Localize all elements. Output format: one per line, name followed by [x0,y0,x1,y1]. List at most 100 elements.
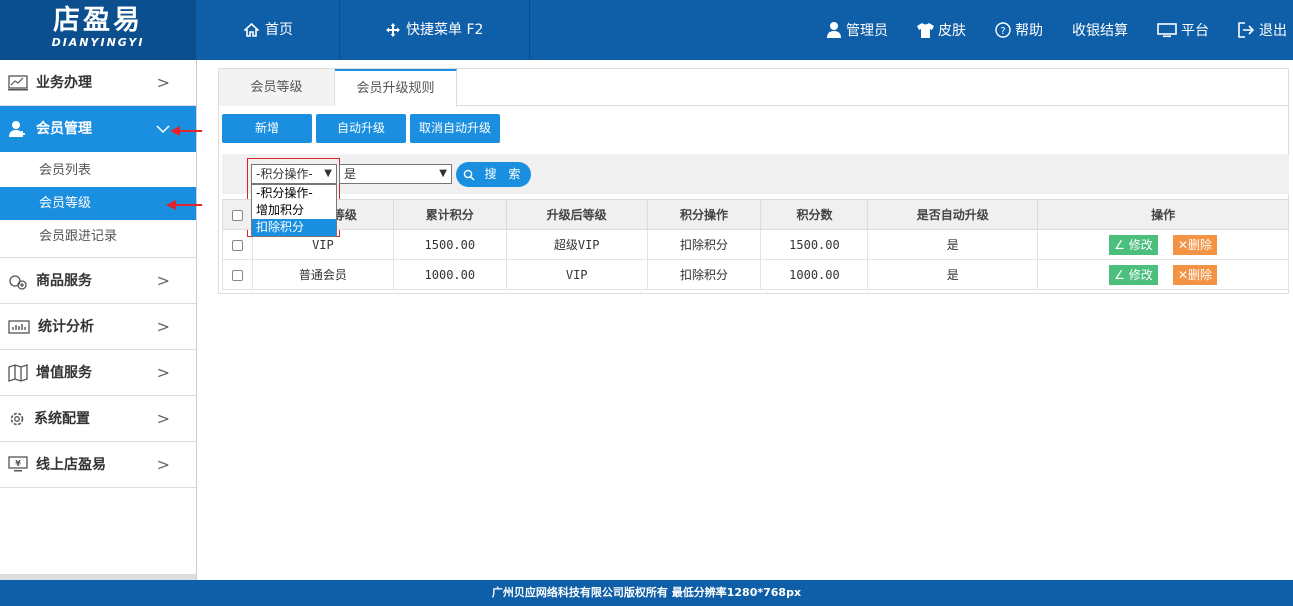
edit-button-label: 修改 [1128,237,1153,252]
table-header-row: 等级 累计积分 升级后等级 积分操作 积分数 是否自动升级 操作 [222,199,1289,230]
search-button[interactable]: 搜 索 [456,162,531,187]
nav-admin[interactable]: 管理员 [826,20,888,40]
header-next-level: 升级后等级 [505,199,648,230]
svg-text:¥: ¥ [15,459,21,468]
sidebar-item-goods[interactable]: 商品服务 > [0,258,196,304]
close-icon: ✕ [1177,237,1189,252]
sidebar-item-system-config[interactable]: 系统配置 > [0,396,196,442]
nav-left: 首页 快捷菜单 F2 [196,0,531,60]
auto-upgrade-select[interactable]: 是 ▼ [339,164,452,184]
points-op-select[interactable]: -积分操作- ▼ [251,164,337,184]
goods-icon [8,272,28,290]
header-auto-upgrade: 是否自动升级 [867,199,1039,230]
edit-button[interactable]: ∠ 修改 [1109,264,1158,285]
chevron-down-icon [156,106,170,152]
tab-member-level[interactable]: 会员等级 [219,69,335,106]
chevron-right-icon: > [156,317,170,336]
stats-icon [8,319,30,335]
delete-button[interactable]: ✕删除 [1172,264,1218,285]
toolbar: 新增 自动升级 取消自动升级 [222,114,500,143]
sidebar-item-business[interactable]: 业务办理 > [0,60,196,106]
nav-quick-menu-label: 快捷菜单 F2 [406,22,484,38]
sidebar-item-label: 会员管理 [36,121,92,137]
delete-button-label: 删除 [1188,267,1213,282]
cell-amount: 1000.00 [760,259,869,290]
auto-upgrade-button[interactable]: 自动升级 [316,114,406,143]
row-checkbox-cell [222,259,253,290]
header-checkbox-cell [222,199,253,230]
sidebar-item-online[interactable]: ¥ 线上店盈易 > [0,442,196,488]
map-icon [8,363,28,382]
nav-admin-label: 管理员 [846,23,888,39]
cancel-auto-upgrade-button[interactable]: 取消自动升级 [410,114,500,143]
search-button-label: 搜 索 [484,167,525,181]
pencil-icon: ∠ [1114,237,1129,252]
nav-checkout-label: 收银结算 [1072,23,1128,39]
nav-help-label: 帮助 [1015,23,1043,39]
points-op-select-value: -积分操作- [256,167,313,181]
logo-main: 店盈易 [53,5,143,36]
nav-logout-label: 退出 [1259,23,1287,39]
sidebar-subitem-follow-record[interactable]: 会员跟进记录 [0,220,196,253]
cell-next-level: VIP [505,259,648,290]
nav-logout[interactable]: 退出 [1238,20,1287,40]
yen-monitor-icon: ¥ [8,456,28,473]
row-checkbox-cell [222,229,253,260]
search-icon [463,169,475,181]
nav-checkout[interactable]: 收银结算 [1072,20,1128,40]
sidebar-item-value-added[interactable]: 增值服务 > [0,350,196,396]
sidebar-subitem-member-list[interactable]: 会员列表 [0,154,196,187]
edit-button[interactable]: ∠ 修改 [1109,234,1158,255]
nav-home-label: 首页 [265,22,293,38]
pencil-icon: ∠ [1114,267,1129,282]
logo[interactable]: 店盈易 DIANYINGYI [0,0,196,60]
cell-points-op: 扣除积分 [646,229,762,260]
header-points-op: 积分操作 [646,199,762,230]
cell-auto-upgrade: 是 [867,229,1039,260]
dropdown-option[interactable]: -积分操作- [252,185,336,202]
tab-upgrade-rules[interactable]: 会员升级规则 [335,69,457,107]
delete-button-label: 删除 [1188,237,1213,252]
dropdown-option[interactable]: 扣除积分 [252,219,336,236]
cell-next-level: 超级VIP [505,229,648,260]
top-bar: 店盈易 DIANYINGYI 首页 快捷菜单 F2 管理员 皮肤 ? 帮助 收银… [0,0,1293,60]
chevron-right-icon: > [156,455,170,474]
cell-level: 普通会员 [251,259,394,290]
cell-actions: ∠ 修改 ✕删除 [1037,259,1289,290]
row-checkbox[interactable] [231,269,243,281]
nav-skin[interactable]: 皮肤 [917,20,966,40]
sidebar: 业务办理 > 会员管理 会员列表 会员等级 会员跟进记录 商品服务 > 统计分析… [0,60,197,580]
user-icon [826,21,842,39]
cell-amount: 1500.00 [760,229,869,260]
dropdown-arrow-icon: ▼ [439,168,447,179]
chevron-right-icon: > [156,363,170,382]
shirt-icon [917,22,934,38]
header-amount: 积分数 [760,199,869,230]
nav-platform[interactable]: 平台 [1157,20,1209,40]
nav-right: 管理员 皮肤 ? 帮助 收银结算 平台 退出 [826,0,1293,60]
chevron-right-icon: > [156,73,170,92]
edit-button-label: 修改 [1128,267,1153,282]
sidebar-item-stats[interactable]: 统计分析 > [0,304,196,350]
sidebar-item-member[interactable]: 会员管理 [0,106,196,152]
dropdown-option[interactable]: 增加积分 [252,202,336,219]
cell-auto-upgrade: 是 [867,259,1039,290]
nav-home[interactable]: 首页 [196,0,340,60]
nav-skin-label: 皮肤 [938,23,966,39]
annotation-arrow [166,200,202,210]
header-points: 累计积分 [392,199,507,230]
help-icon: ? [995,22,1011,38]
upgrade-rules-table: 等级 累计积分 升级后等级 积分操作 积分数 是否自动升级 操作 VIP 150… [222,199,1289,290]
chevron-right-icon: > [156,409,170,428]
table-row: 普通会员 1000.00 VIP 扣除积分 1000.00 是 ∠ 修改 ✕删除 [222,259,1289,290]
nav-help[interactable]: ? 帮助 [995,20,1043,40]
main-panel: 会员等级 会员升级规则 新增 自动升级 取消自动升级 -积分操作- ▼ -积分操… [218,68,1289,294]
row-checkbox[interactable] [231,239,243,251]
select-all-checkbox[interactable] [231,209,243,221]
sidebar-item-label: 线上店盈易 [36,456,106,473]
nav-quick-menu[interactable]: 快捷菜单 F2 [340,0,531,60]
delete-button[interactable]: ✕删除 [1172,234,1218,255]
sidebar-item-label: 商品服务 [36,272,92,289]
add-button[interactable]: 新增 [222,114,312,143]
tab-bar: 会员等级 会员升级规则 [219,69,1288,107]
